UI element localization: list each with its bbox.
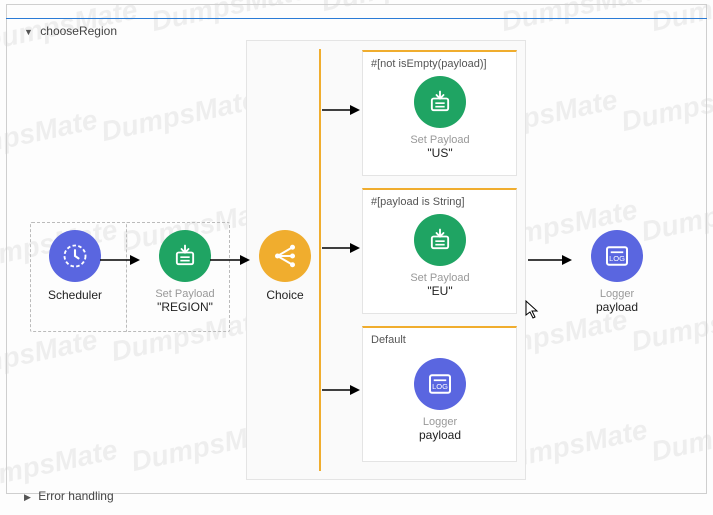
arrow (100, 250, 140, 270)
logger-type: Logger (572, 288, 662, 300)
cursor-icon (525, 300, 541, 320)
set-payload-value: "EU" (395, 284, 485, 298)
set-payload-value: "US" (395, 146, 485, 160)
arrow (322, 100, 360, 120)
set-payload-region-node[interactable]: Set Payload "REGION" (140, 230, 230, 314)
set-payload-value: "REGION" (140, 300, 230, 314)
svg-text:LOG: LOG (432, 382, 448, 391)
route-condition: Default (371, 334, 406, 346)
source-scope-inner (126, 222, 128, 332)
set-payload-us-node[interactable]: Set Payload "US" (395, 76, 485, 160)
flow-canvas: Scheduler Set Payload "REGION" (0, 0, 713, 515)
set-payload-eu-node[interactable]: Set Payload "EU" (395, 214, 485, 298)
arrow (322, 380, 360, 400)
flow-name: chooseRegion (40, 24, 117, 38)
arrow (322, 238, 360, 258)
log-icon: LOG (591, 230, 643, 282)
set-payload-type: Set Payload (140, 288, 230, 300)
log-icon: LOG (414, 358, 466, 410)
route-condition: #[payload is String] (371, 196, 465, 208)
error-handling-section[interactable]: Error handling (24, 489, 114, 503)
logger-default-node[interactable]: LOG Logger payload (395, 358, 485, 442)
scheduler-label: Scheduler (30, 288, 120, 302)
logger-final-node[interactable]: LOG Logger payload (572, 230, 662, 314)
set-payload-icon (414, 214, 466, 266)
choice-label: Choice (240, 288, 330, 302)
logger-type: Logger (395, 416, 485, 428)
flow-title[interactable]: chooseRegion (24, 24, 117, 38)
arrow (528, 250, 572, 270)
route-condition: #[not isEmpty(payload)] (371, 58, 487, 70)
logger-value: payload (572, 300, 662, 314)
set-payload-type: Set Payload (395, 134, 485, 146)
arrow (210, 250, 250, 270)
branch-icon (259, 230, 311, 282)
set-payload-icon (414, 76, 466, 128)
error-handling-label: Error handling (38, 489, 113, 503)
chevron-down-icon (24, 24, 37, 38)
set-payload-type: Set Payload (395, 272, 485, 284)
set-payload-icon (159, 230, 211, 282)
svg-text:LOG: LOG (609, 254, 625, 263)
choice-node[interactable]: Choice (240, 230, 330, 302)
logger-value: payload (395, 428, 485, 442)
chevron-right-icon (24, 489, 35, 503)
clock-icon (49, 230, 101, 282)
